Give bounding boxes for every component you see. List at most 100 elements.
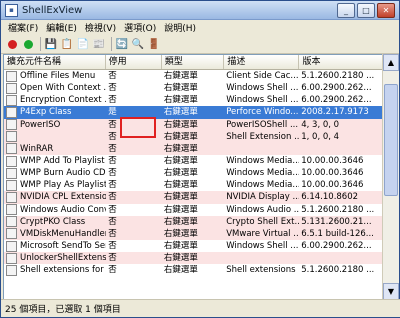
extension-name: CryptPKO Class bbox=[20, 216, 86, 227]
list-row[interactable]: VMDiskMenuHandler ...否 右鍵選單 VMware Virtual… bbox=[4, 227, 384, 240]
extension-icon bbox=[6, 216, 17, 228]
cell-description: Windows Audio ... bbox=[226, 204, 300, 215]
extension-icon bbox=[6, 264, 17, 276]
cell-description: Perforce Windo... bbox=[226, 107, 299, 118]
app-icon: ▪ bbox=[5, 3, 18, 17]
cell-disabled: 否 bbox=[108, 253, 117, 264]
cell-type: 右鍵選單 bbox=[163, 155, 198, 166]
extension-name: P4Exp Class bbox=[20, 107, 72, 118]
maximize-button[interactable]: □ bbox=[357, 2, 375, 18]
cell-type: 右鍵選單 bbox=[163, 253, 198, 264]
cell-description: Shell extensions ... bbox=[226, 265, 300, 276]
list-row[interactable]: NVIDIA CPL Extension 否 右鍵選單 NVIDIA Display … bbox=[4, 191, 384, 204]
window-title: ShellExView bbox=[22, 4, 83, 16]
cell-disabled: 否 bbox=[108, 143, 117, 154]
extension-name: Encryption Context ... bbox=[20, 95, 107, 106]
cell-name: WMP Play As Playlist ... bbox=[4, 179, 106, 191]
column-header-version[interactable]: 版本 bbox=[299, 55, 384, 69]
menu-file[interactable]: 檔案(F) bbox=[4, 21, 42, 34]
html-report-icon[interactable]: 📰 bbox=[92, 37, 106, 51]
cell-disabled: 否 bbox=[108, 155, 117, 166]
extensions-list[interactable]: 擴充元件名稱 停用 類型 描述 版本 Offline Files Menu 否右鍵… bbox=[3, 54, 385, 300]
title-bar[interactable]: ▪ ShellExView _ □ ✕ bbox=[1, 1, 399, 20]
cell-version bbox=[299, 252, 384, 264]
extension-name: WMP Burn Audio CD ... bbox=[20, 168, 106, 179]
extension-icon bbox=[6, 155, 17, 167]
cell-name: Offline Files Menu bbox=[4, 70, 106, 82]
extension-icon bbox=[6, 179, 17, 191]
scroll-thumb[interactable] bbox=[384, 84, 398, 196]
list-row[interactable]: WMP Play As Playlist ...否 右鍵選單 Windows Med… bbox=[4, 179, 384, 191]
close-button[interactable]: ✕ bbox=[377, 2, 395, 18]
menu-bar: 檔案(F) 編輯(E) 檢視(V) 選項(O) 說明(H) bbox=[1, 20, 399, 35]
cell-name: CryptPKO Class bbox=[4, 216, 106, 228]
extension-name: Offline Files Menu bbox=[20, 71, 96, 82]
scroll-down-arrow[interactable]: ▼ bbox=[383, 283, 399, 300]
green-dot-icon[interactable] bbox=[21, 37, 35, 51]
column-header-name[interactable]: 擴充元件名稱 bbox=[4, 55, 106, 69]
cell-type: 右鍵選單 bbox=[163, 240, 198, 251]
list-row[interactable]: P4Exp Class 是 右鍵選單 Perforce Windo... 2008.2.… bbox=[4, 106, 384, 119]
list-row[interactable]: CryptPKO Class 否 右鍵選單 Crypto Shell Ext... 5.… bbox=[4, 215, 384, 228]
list-row[interactable]: Open With Context ... 否 右鍵選單 Windows Shell … bbox=[4, 82, 384, 94]
cell-disabled: 否 bbox=[108, 204, 117, 215]
list-row[interactable]: PowerISO 否 右鍵選單 PowerISOShell ... 4, 3, 0, 0 bbox=[4, 118, 384, 131]
minimize-button[interactable]: _ bbox=[337, 2, 355, 18]
cell-version: 6.00.2900.262... bbox=[301, 83, 372, 94]
save-icon[interactable]: 💾 bbox=[44, 37, 58, 51]
extension-icon bbox=[6, 131, 17, 143]
cell-version: 6.00.2900.262... bbox=[301, 240, 372, 251]
cell-disabled: 否 bbox=[108, 71, 117, 81]
cell-description: Windows Media... bbox=[226, 168, 300, 179]
extension-icon bbox=[6, 191, 17, 203]
list-row[interactable]: WMP Add To Playlist ... 否 右鍵選單 Windows Medi… bbox=[4, 155, 384, 167]
red-dot-icon[interactable] bbox=[5, 37, 19, 51]
toolbar-separator bbox=[40, 37, 41, 51]
column-header-type[interactable]: 類型 bbox=[162, 55, 225, 69]
extension-icon bbox=[6, 106, 17, 118]
menu-options[interactable]: 選項(O) bbox=[120, 21, 160, 34]
list-row[interactable]: UnlockerShellExtension否 右鍵選單 bbox=[4, 252, 384, 265]
column-header-description[interactable]: 描述 bbox=[224, 55, 300, 69]
menu-edit[interactable]: 編輯(E) bbox=[42, 21, 81, 34]
list-row[interactable]: Microsoft SendTo Ser...否 右鍵選單 Windows Shel… bbox=[4, 240, 384, 252]
copy-icon[interactable]: 📋 bbox=[60, 37, 74, 51]
cell-version: 5.131.2600.21... bbox=[301, 216, 372, 227]
menu-view[interactable]: 檢視(V) bbox=[81, 21, 120, 34]
extension-icon bbox=[6, 240, 17, 252]
list-body: Offline Files Menu 否右鍵選單 Client Side Cac..… bbox=[4, 70, 384, 276]
extension-name: Open With Context ... bbox=[20, 83, 107, 94]
cell-description: Windows Shell ... bbox=[226, 83, 299, 94]
list-row[interactable]: Encryption Context ... 否 右鍵選單 Windows Shell… bbox=[4, 94, 384, 106]
extension-icon bbox=[6, 204, 17, 216]
scroll-up-arrow[interactable]: ▲ bbox=[383, 54, 399, 71]
list-header: 擴充元件名稱 停用 類型 描述 版本 bbox=[4, 55, 384, 70]
cell-disabled: 否 bbox=[108, 83, 117, 94]
list-row[interactable]: 否 右鍵選單 Shell Extension ... 1, 0, 0, 4 bbox=[4, 130, 384, 143]
status-text: 25 個項目，已選取 1 個項目 bbox=[5, 305, 121, 315]
list-row[interactable]: Offline Files Menu 否 右鍵選單 Client Side Cac..… bbox=[4, 70, 384, 82]
cell-type: 右鍵選單 bbox=[163, 71, 198, 81]
cell-description: Client Side Cac... bbox=[226, 71, 299, 81]
vertical-scrollbar[interactable]: ▲ ▼ bbox=[382, 54, 399, 300]
cell-name: PowerISO bbox=[4, 119, 106, 131]
cell-name: Windows Audio Conv... bbox=[4, 204, 106, 216]
cell-type: 右鍵選單 bbox=[163, 192, 198, 203]
refresh-icon[interactable]: 🔄 bbox=[115, 37, 129, 51]
extension-name: WMP Play As Playlist ... bbox=[20, 180, 107, 191]
extension-name: Shell extensions for s... bbox=[20, 265, 106, 276]
find-icon[interactable]: 🔍 bbox=[131, 37, 145, 51]
cell-type: 右鍵選單 bbox=[163, 119, 198, 130]
extension-name: PowerISO bbox=[20, 119, 61, 130]
cell-disabled: 是 bbox=[108, 107, 117, 118]
cell-name: WMP Add To Playlist ... bbox=[4, 155, 106, 167]
list-row[interactable]: Shell extensions for s...否 右鍵選單 Shell exte… bbox=[4, 264, 384, 276]
list-row[interactable]: WinRAR 否 右鍵選單 bbox=[4, 142, 384, 155]
cell-disabled: 否 bbox=[108, 265, 117, 276]
list-row[interactable]: WMP Burn Audio CD ...否 右鍵選單 Windows Media.… bbox=[4, 167, 384, 179]
column-header-disabled[interactable]: 停用 bbox=[106, 55, 162, 69]
menu-help[interactable]: 說明(H) bbox=[160, 21, 200, 34]
properties-icon[interactable]: 📄 bbox=[76, 37, 90, 51]
list-row[interactable]: Windows Audio Conv...否 右鍵選單 Windows Audio … bbox=[4, 204, 384, 216]
exit-icon[interactable]: 🚪 bbox=[147, 37, 161, 51]
